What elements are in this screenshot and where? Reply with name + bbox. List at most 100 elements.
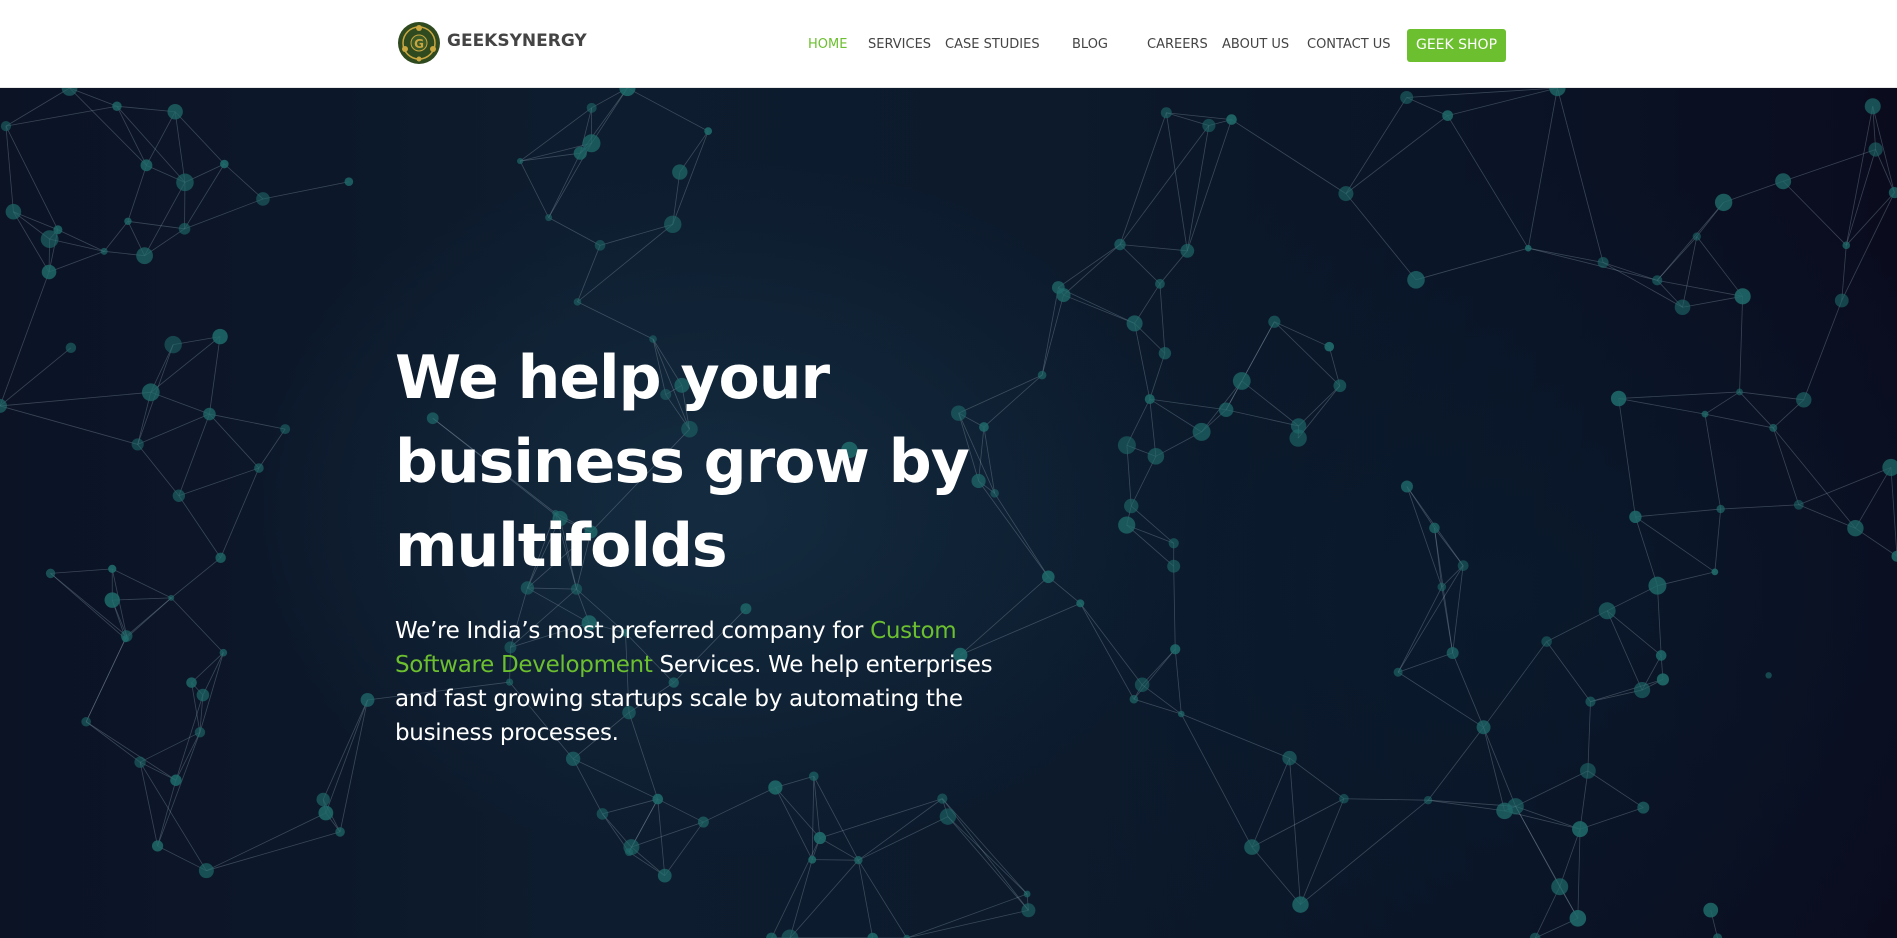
network-node <box>582 134 601 153</box>
network-node <box>45 568 56 579</box>
network-node <box>1793 499 1804 510</box>
nav-case-studies[interactable]: CASE STUDIES <box>945 37 1040 52</box>
network-line <box>1606 610 1662 656</box>
network-node <box>565 751 581 767</box>
network-node <box>854 855 863 865</box>
network-line <box>1452 652 1484 728</box>
network-node <box>1023 890 1031 898</box>
network-node <box>172 489 186 502</box>
network-line <box>1397 671 1484 728</box>
network-line <box>1720 504 1799 510</box>
network-line <box>548 153 581 218</box>
network-node <box>100 247 108 255</box>
network-node <box>1117 436 1136 455</box>
network-line <box>170 557 221 599</box>
geek-shop-button[interactable]: GEEK SHOP <box>1407 29 1506 62</box>
network-line <box>146 111 176 166</box>
network-node <box>657 868 672 883</box>
nav-about-us[interactable]: ABOUT US <box>1222 37 1289 52</box>
network-line <box>1483 727 1505 811</box>
network-node <box>596 808 609 820</box>
network-node <box>1716 504 1725 514</box>
network-line <box>1772 427 1856 529</box>
network-node <box>1769 423 1778 432</box>
network-node <box>196 688 210 702</box>
network-line <box>1696 236 1743 297</box>
network-line <box>1130 505 1174 544</box>
network-line <box>1343 798 1429 801</box>
network-line <box>1798 467 1892 506</box>
network-line <box>1226 409 1299 427</box>
network-line <box>1845 106 1874 246</box>
network-node <box>704 127 713 136</box>
network-line <box>103 221 129 252</box>
network-line <box>220 467 260 559</box>
network-node <box>1167 559 1181 573</box>
network-node <box>1703 902 1719 918</box>
network-node <box>1407 271 1425 289</box>
network-node <box>586 102 597 113</box>
hero-section: We help your business grow by multifolds… <box>0 88 1897 938</box>
network-node <box>81 716 91 727</box>
network-node <box>1551 878 1569 896</box>
network-line <box>178 413 210 496</box>
network-line <box>1186 125 1210 251</box>
network-line <box>322 699 368 800</box>
network-line <box>1447 88 1558 116</box>
network-node <box>280 424 291 435</box>
nav-contact-us[interactable]: CONTACT US <box>1307 37 1391 52</box>
network-line <box>1704 391 1740 415</box>
network-line <box>1149 399 1157 457</box>
network-node <box>1457 560 1469 571</box>
network-node <box>360 693 375 707</box>
network-line <box>1119 244 1188 252</box>
network-line <box>631 821 704 848</box>
network-node <box>194 727 206 738</box>
brand-logo[interactable]: G GEEKSYNERGY <box>397 21 587 65</box>
network-node <box>1888 186 1897 199</box>
network-line <box>157 780 177 847</box>
network-line <box>1186 119 1232 251</box>
network-line <box>125 597 172 640</box>
network-line <box>1546 641 1591 702</box>
network-node <box>1051 281 1065 294</box>
network-line <box>771 837 821 938</box>
network-node <box>1289 429 1307 447</box>
network-node <box>813 831 827 845</box>
nav-services[interactable]: SERVICES <box>868 37 931 52</box>
network-node <box>1629 510 1642 524</box>
network-line <box>1274 321 1341 387</box>
network-line <box>1602 262 1683 308</box>
network-line <box>1515 805 1581 830</box>
network-line <box>947 816 1028 895</box>
network-line <box>1557 88 1604 263</box>
network-node <box>1524 244 1532 252</box>
network-node <box>141 383 160 402</box>
network-node <box>1114 238 1126 251</box>
network-node <box>652 793 664 805</box>
nav-careers[interactable]: CAREERS <box>1147 37 1208 52</box>
network-line <box>0 391 151 407</box>
network-line <box>703 787 776 823</box>
nav-blog[interactable]: BLOG <box>1072 37 1108 52</box>
network-node <box>672 164 688 180</box>
network-node <box>517 157 524 165</box>
network-node <box>1842 241 1851 250</box>
network-node <box>1393 667 1403 677</box>
network-line <box>577 245 601 303</box>
network-node <box>220 159 229 169</box>
network-node <box>1572 821 1589 838</box>
network-node <box>170 774 182 786</box>
network-line <box>175 732 201 781</box>
network-node <box>134 756 146 768</box>
network-line <box>572 758 658 800</box>
network-node <box>1796 392 1812 408</box>
network-line <box>1527 88 1558 249</box>
network-node <box>1144 394 1155 405</box>
network-node <box>1126 315 1143 332</box>
network-line <box>1855 467 1892 529</box>
network-node <box>178 223 191 235</box>
network-node <box>5 203 22 220</box>
network-line <box>1587 770 1644 808</box>
nav-home[interactable]: HOME <box>808 37 847 52</box>
